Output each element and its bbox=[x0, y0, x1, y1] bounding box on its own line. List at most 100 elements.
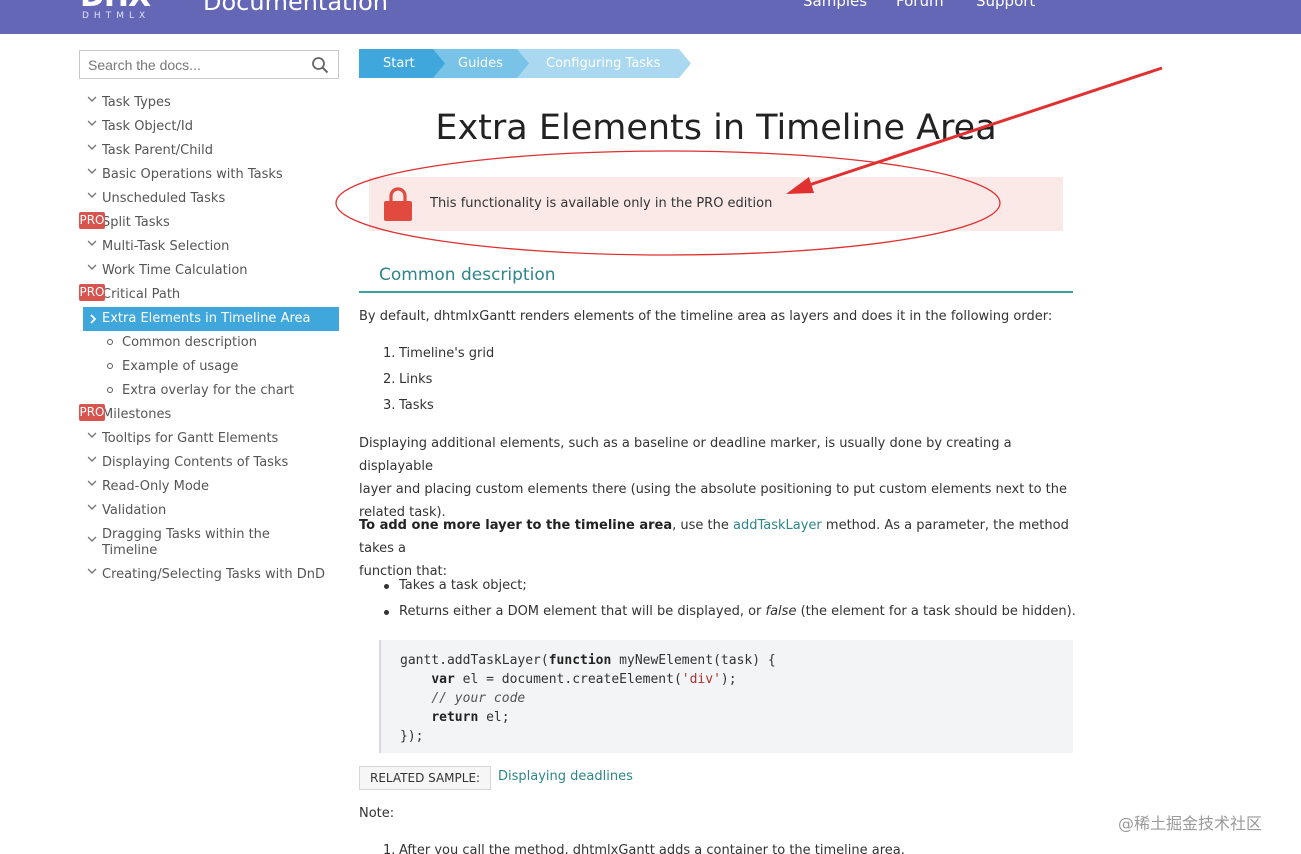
sidebar-item-label: Read-Only Mode bbox=[102, 479, 210, 494]
sidebar-item-label: Task Object/Id bbox=[102, 119, 193, 134]
code-string: 'div' bbox=[681, 672, 721, 687]
search-box bbox=[79, 50, 339, 79]
sidebar-item-label: Multi-Task Selection bbox=[102, 239, 230, 254]
list-item-text: Tasks bbox=[399, 398, 434, 413]
chevron-down-icon bbox=[87, 536, 97, 542]
code-token: gantt.addTaskLayer( bbox=[400, 653, 549, 668]
breadcrumb-guides[interactable]: Guides bbox=[431, 49, 529, 78]
sidebar-item-label: Milestones bbox=[102, 407, 172, 422]
sidebar-item-label: Work Time Calculation bbox=[102, 263, 248, 278]
lock-icon bbox=[384, 187, 412, 221]
chevron-down-icon bbox=[87, 456, 97, 462]
intro-paragraph: By default, dhtmlxGantt renders elements… bbox=[359, 309, 1053, 324]
related-sample-label: RELATED SAMPLE: bbox=[359, 766, 492, 790]
displaying-deadlines-link[interactable]: Displaying deadlines bbox=[498, 769, 633, 784]
pro-badge: PRO bbox=[79, 284, 105, 301]
sidebar-item-label: Unscheduled Tasks bbox=[102, 191, 226, 206]
emphasis-text: false bbox=[765, 604, 797, 619]
list-item: Takes a task object; bbox=[399, 578, 527, 593]
sidebar-item-label: Validation bbox=[102, 503, 167, 518]
paragraph-add-layer: To add one more layer to the timeline ar… bbox=[359, 514, 1073, 583]
chevron-down-icon bbox=[87, 144, 97, 150]
section-title: Common description bbox=[379, 265, 556, 285]
pro-badge: PRO bbox=[79, 212, 105, 229]
sidebar-item-label: Displaying Contents of Tasks bbox=[102, 455, 289, 470]
page-title: Extra Elements in Timeline Area bbox=[435, 108, 997, 148]
chevron-right-icon bbox=[90, 314, 97, 324]
code-token: myNewElement(task) { bbox=[611, 653, 776, 668]
list-number: 3. bbox=[383, 398, 396, 413]
text: (the element for a task should be hidden… bbox=[796, 604, 1076, 619]
list-item: 1. Timeline's grid bbox=[383, 346, 494, 361]
code-keyword: return bbox=[431, 710, 479, 725]
paragraph-line: Displaying additional elements, such as … bbox=[359, 436, 1012, 474]
sidebar-item-label: Creating/Selecting Tasks with DnD bbox=[102, 567, 325, 582]
chevron-down-icon bbox=[87, 168, 97, 174]
sidebar-item-label: Extra overlay for the chart bbox=[122, 383, 295, 398]
sidebar-item-extra-elements[interactable]: Extra Elements in Timeline Area bbox=[83, 307, 339, 331]
code-comment: // your code bbox=[431, 691, 526, 706]
bold-text: To add one more layer to the timeline ar… bbox=[359, 518, 673, 533]
sidebar-item-label: Task Parent/Child bbox=[102, 143, 213, 158]
code-token: ); bbox=[720, 672, 737, 687]
pro-notice-text: This functionality is available only in … bbox=[430, 196, 773, 211]
breadcrumb-configuring-tasks[interactable]: Configuring Tasks bbox=[513, 49, 691, 78]
bullet-dot bbox=[384, 610, 389, 615]
code-text: gantt.addTaskLayer(function myNewElement… bbox=[400, 651, 776, 746]
code-token: }); bbox=[400, 729, 424, 744]
breadcrumb-label: Configuring Tasks bbox=[546, 56, 661, 71]
nav-support[interactable]: Support bbox=[976, 0, 1035, 10]
sidebar-item-label: Split Tasks bbox=[102, 215, 170, 230]
add-task-layer-link[interactable]: addTaskLayer bbox=[733, 518, 822, 533]
watermark-text: @稀土掘金技术社区 bbox=[1118, 814, 1263, 833]
code-keyword: function bbox=[548, 653, 612, 668]
chevron-down-icon bbox=[87, 480, 97, 486]
top-header: DHX DHTMLX Documentation Samples Forum S… bbox=[0, 0, 1301, 34]
pro-notice: This functionality is available only in … bbox=[369, 177, 1063, 231]
list-item: Returns either a DOM element that will b… bbox=[399, 604, 1076, 619]
sidebar-item-label: Common description bbox=[122, 335, 257, 350]
list-number: 1. bbox=[383, 346, 396, 361]
list-item-text: Timeline's grid bbox=[399, 346, 495, 361]
chevron-down-icon bbox=[87, 96, 97, 102]
nav-forum[interactable]: Forum bbox=[896, 0, 944, 10]
list-item-text: Links bbox=[399, 372, 433, 387]
breadcrumb-label: Guides bbox=[458, 56, 503, 71]
paragraph-layers: Displaying additional elements, such as … bbox=[359, 432, 1073, 524]
note-label: Note: bbox=[359, 806, 395, 821]
sidebar-item-label: Basic Operations with Tasks bbox=[102, 167, 283, 182]
list-number: 1. bbox=[383, 843, 396, 854]
chevron-down-icon bbox=[87, 264, 97, 270]
chevron-down-icon bbox=[87, 504, 97, 510]
text: Returns either a DOM element that will b… bbox=[399, 604, 766, 619]
chevron-down-icon bbox=[87, 568, 97, 574]
bullet-circle-icon bbox=[107, 363, 113, 369]
breadcrumb-label: Start bbox=[383, 56, 415, 71]
code-block[interactable]: gantt.addTaskLayer(function myNewElement… bbox=[379, 640, 1073, 753]
bullet-circle-icon bbox=[107, 387, 113, 393]
code-keyword: var bbox=[431, 672, 455, 687]
list-item: 2. Links bbox=[383, 372, 432, 387]
chevron-down-icon bbox=[87, 192, 97, 198]
chevron-down-icon bbox=[87, 120, 97, 126]
sidebar-item-label: Extra Elements in Timeline Area bbox=[102, 311, 311, 326]
search-icon[interactable] bbox=[311, 56, 329, 74]
sidebar-item-label-line2: Timeline bbox=[102, 543, 158, 558]
list-number: 2. bbox=[383, 372, 396, 387]
nav-samples[interactable]: Samples bbox=[803, 0, 867, 10]
chevron-down-icon bbox=[87, 432, 97, 438]
paragraph-line: layer and placing custom elements there … bbox=[359, 482, 1067, 497]
bullet-circle-icon bbox=[107, 339, 113, 345]
text: , use the bbox=[672, 518, 733, 533]
logo-mark: DHX bbox=[80, 0, 154, 12]
breadcrumb-start[interactable]: Start bbox=[359, 49, 445, 78]
code-token: el; bbox=[478, 710, 510, 725]
logo-subtitle: DHTMLX bbox=[82, 11, 151, 21]
sidebar-item-label: Tooltips for Gantt Elements bbox=[102, 431, 279, 446]
sidebar-item-dragging-tasks[interactable]: Dragging Tasks within the Timeline bbox=[79, 523, 341, 558]
site-title[interactable]: Documentation bbox=[203, 0, 388, 16]
chevron-down-icon bbox=[87, 240, 97, 246]
dhtmlx-logo[interactable]: DHX DHTMLX bbox=[80, 0, 154, 22]
pro-badge: PRO bbox=[79, 404, 105, 421]
search-input[interactable] bbox=[80, 51, 300, 78]
